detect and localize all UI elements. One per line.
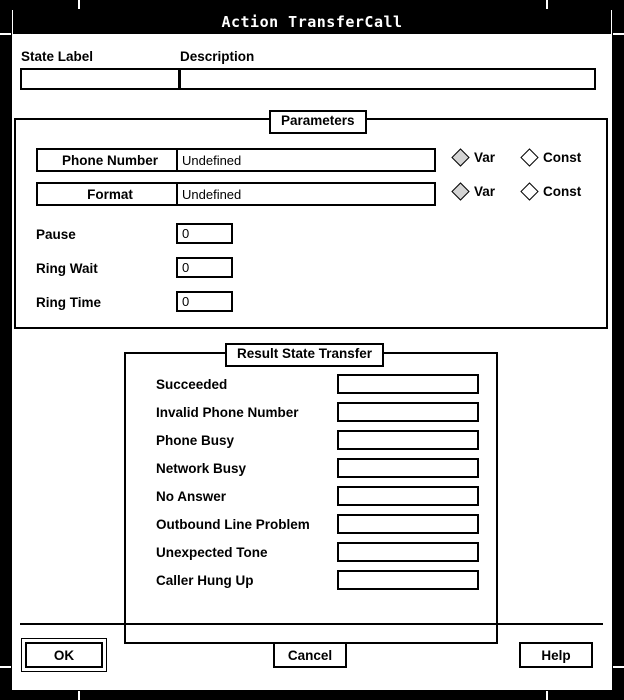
pause-label: Pause xyxy=(36,227,76,242)
diamond-selected-icon xyxy=(451,148,470,167)
window-frame-right[interactable] xyxy=(612,0,624,700)
phone-number-const-label: Const xyxy=(543,150,582,165)
state-label-input[interactable] xyxy=(20,68,180,90)
result-state-input[interactable] xyxy=(337,542,479,562)
result-state-input[interactable] xyxy=(337,430,479,450)
description-label-caption: Description xyxy=(180,49,255,64)
phone-number-type-radio-group: Var Const xyxy=(451,148,582,167)
ring-wait-input[interactable]: 0 xyxy=(176,257,233,278)
cancel-button[interactable]: Cancel xyxy=(273,642,347,668)
phone-number-var-radio[interactable]: Var xyxy=(451,148,496,167)
format-const-radio[interactable]: Const xyxy=(520,182,582,201)
format-type-radio-group: Var Const xyxy=(451,182,582,201)
result-state-label: Succeeded xyxy=(156,377,228,392)
frame-corner-notch-left-bottom xyxy=(0,666,11,668)
pause-input[interactable]: 0 xyxy=(176,223,233,244)
frame-corner-notch-top-right xyxy=(546,0,548,9)
result-state-label: Unexpected Tone xyxy=(156,545,268,560)
description-input[interactable] xyxy=(179,68,596,90)
action-area-separator xyxy=(20,623,603,625)
ring-wait-label: Ring Wait xyxy=(36,261,98,276)
result-state-input[interactable] xyxy=(337,402,479,422)
result-state-label: Invalid Phone Number xyxy=(156,405,299,420)
window-frame-top[interactable] xyxy=(0,0,624,10)
result-state-label: Outbound Line Problem xyxy=(156,517,310,532)
result-state-label: Phone Busy xyxy=(156,433,235,448)
frame-corner-notch-bottom-left xyxy=(78,691,80,700)
dialog-client-area: State Label Description Parameters Phone… xyxy=(14,34,610,690)
window-frame-bottom[interactable] xyxy=(0,690,624,700)
result-state-label: Caller Hung Up xyxy=(156,573,254,588)
diamond-selected-icon xyxy=(451,182,470,201)
frame-corner-notch-bottom-right xyxy=(546,691,548,700)
result-state-label: No Answer xyxy=(156,489,227,504)
format-input[interactable]: Undefined xyxy=(176,182,436,206)
phone-number-var-label: Var xyxy=(474,150,496,165)
result-state-input[interactable] xyxy=(337,514,479,534)
diamond-unselected-icon xyxy=(520,148,539,167)
ring-time-label: Ring Time xyxy=(36,295,102,310)
ring-time-input[interactable]: 0 xyxy=(176,291,233,312)
frame-corner-notch-top-left xyxy=(78,0,80,9)
window-title: Action TransferCall xyxy=(221,13,403,31)
phone-number-const-radio[interactable]: Const xyxy=(520,148,582,167)
result-state-transfer-group-legend: Result State Transfer xyxy=(225,343,385,367)
ok-button[interactable]: OK xyxy=(25,642,103,668)
format-const-label: Const xyxy=(543,184,582,199)
result-state-input[interactable] xyxy=(337,486,479,506)
help-button[interactable]: Help xyxy=(519,642,593,668)
phone-number-button[interactable]: Phone Number xyxy=(36,148,184,172)
format-var-label: Var xyxy=(474,184,496,199)
phone-number-input[interactable]: Undefined xyxy=(176,148,436,172)
frame-corner-notch-right-bottom xyxy=(613,666,624,668)
result-state-input[interactable] xyxy=(337,458,479,478)
result-state-input[interactable] xyxy=(337,374,479,394)
frame-corner-notch-right-top xyxy=(613,33,624,35)
dialog-window: Action TransferCall State Label Descript… xyxy=(0,0,624,700)
window-title-bar[interactable]: Action TransferCall xyxy=(12,10,612,34)
window-frame-left[interactable] xyxy=(0,0,12,700)
format-var-radio[interactable]: Var xyxy=(451,182,496,201)
state-label-caption: State Label xyxy=(21,49,94,64)
frame-corner-notch-left-top xyxy=(0,33,11,35)
format-button[interactable]: Format xyxy=(36,182,184,206)
result-state-label: Network Busy xyxy=(156,461,247,476)
result-state-input[interactable] xyxy=(337,570,479,590)
parameters-group-legend: Parameters xyxy=(269,110,367,134)
diamond-unselected-icon xyxy=(520,182,539,201)
